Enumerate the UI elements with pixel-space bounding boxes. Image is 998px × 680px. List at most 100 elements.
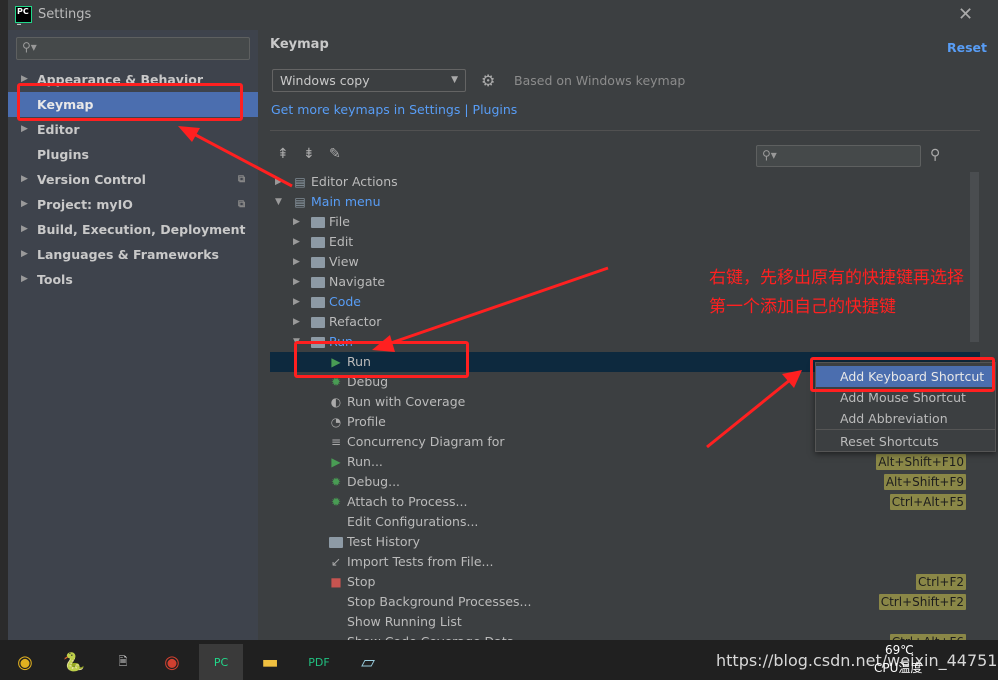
profile-icon: ◔ — [330, 415, 342, 429]
shortcut-badge: Ctrl+Shift+F2 — [878, 594, 966, 610]
tree-row-label: File — [329, 214, 350, 229]
keymap-select-value: Windows copy — [280, 73, 370, 88]
expand-arrow-icon[interactable]: ▶ — [293, 232, 300, 252]
settings-search-input[interactable]: ⚲▾ — [16, 37, 250, 60]
expand-arrow-icon[interactable]: ▶ — [293, 252, 300, 272]
find-shortcut-icon[interactable]: ⚲ — [930, 147, 940, 163]
tree-row[interactable]: Show Code Coverage DataCtrl+Alt+F6 — [270, 632, 980, 640]
python-file-icon[interactable]: 🗎 — [101, 644, 145, 680]
get-more-keymaps-link[interactable]: Get more keymaps in Settings | Plugins — [271, 102, 517, 117]
notepad-icon[interactable]: ▱ — [346, 644, 390, 680]
tree-row-label: Show Running List — [347, 614, 462, 629]
menu-icon: ▤ — [294, 195, 306, 209]
title-bar — [8, 0, 998, 30]
annotation-box-add-shortcut — [810, 357, 995, 392]
folder-icon — [311, 277, 325, 288]
sidebar-item-build-execution-deployment[interactable]: ▶ Build, Execution, Deployment — [8, 217, 258, 242]
window-title: Settings — [38, 7, 92, 22]
tree-row[interactable]: ↙ Import Tests from File... — [270, 552, 980, 572]
expand-arrow-icon[interactable]: ▶ — [293, 212, 300, 232]
annotation-box-run — [294, 341, 469, 378]
tree-row-label: Concurrency Diagram for — [347, 434, 505, 449]
expand-arrow-icon[interactable]: ▶ — [293, 292, 300, 312]
shortcut-badge: Alt+Shift+F9 — [883, 474, 966, 490]
tree-row-label: Main menu — [311, 194, 381, 209]
keymap-select[interactable]: Windows copy ▼ — [272, 69, 466, 92]
tree-row[interactable]: Stop Background Processes... Ctrl+Shift+F… — [270, 592, 980, 612]
menu-item-add-abbreviation[interactable]: Add Abbreviation — [816, 408, 995, 429]
sidebar-item-label: Tools — [37, 272, 73, 287]
tree-row[interactable]: ▶ ▤ Editor Actions — [270, 172, 980, 192]
expand-arrow-icon[interactable]: ▶ — [21, 267, 28, 292]
sidebar-item-tools[interactable]: ▶ Tools — [8, 267, 258, 292]
reset-button[interactable]: Reset — [947, 40, 987, 55]
chrome-incognito-icon[interactable]: ◉ — [150, 644, 194, 680]
edit-pencil-icon[interactable]: ✎ — [329, 146, 341, 162]
file-explorer-icon[interactable]: ▬ — [248, 644, 292, 680]
tree-row[interactable]: Edit Configurations... — [270, 512, 980, 532]
expand-arrow-icon[interactable]: ▶ — [293, 272, 300, 292]
tree-row-label: Stop — [347, 574, 376, 589]
tree-row[interactable]: ▶ Run... Alt+Shift+F10 — [270, 452, 980, 472]
tree-row[interactable]: Show Running List — [270, 612, 980, 632]
watermark: https://blog.csdn.net/weixin_44751294 — [716, 651, 998, 670]
search-icon: ⚲▾ — [22, 40, 37, 54]
expand-all-icon[interactable]: ⇞ — [277, 146, 289, 162]
menu-separator — [816, 429, 995, 430]
sidebar-item-plugins[interactable]: Plugins — [8, 142, 258, 167]
tree-row[interactable]: ▼ ▤ Main menu — [270, 192, 980, 212]
sidebar-item-version-control[interactable]: ▶ Version Control ⧉ — [8, 167, 258, 192]
debug-icon: ✹ — [330, 475, 342, 489]
sidebar-item-project-myio[interactable]: ▶ Project: myIO ⧉ — [8, 192, 258, 217]
shortcut-badge: Alt+Shift+F10 — [876, 454, 966, 470]
gear-icon[interactable]: ⚙ — [481, 71, 495, 90]
tree-row-label: Show Code Coverage Data — [347, 632, 514, 640]
tree-row[interactable]: Test History — [270, 532, 980, 552]
menu-item-reset-shortcuts[interactable]: Reset Shortcuts — [816, 431, 995, 452]
tree-row[interactable]: ▶ File — [270, 212, 980, 232]
tree-row-label: Edit Configurations... — [347, 514, 479, 529]
tree-row[interactable]: ▶ Edit — [270, 232, 980, 252]
collapse-arrow-icon[interactable]: ▼ — [275, 192, 282, 212]
coverage-icon: ◐ — [330, 395, 342, 409]
sidebar-item-label: Version Control — [37, 172, 146, 187]
page-title: Keymap — [270, 37, 329, 52]
tree-row-label: Editor Actions — [311, 174, 398, 189]
folder-icon — [311, 257, 325, 268]
pycharm-icon[interactable]: PC — [199, 644, 243, 680]
tree-row-label: Profile — [347, 414, 386, 429]
folder-icon — [311, 217, 325, 228]
pdf-icon[interactable]: PDF — [297, 644, 341, 680]
action-search-input[interactable]: ⚲▾ — [756, 145, 921, 167]
collapse-all-icon[interactable]: ⇟ — [303, 146, 315, 162]
tree-row-label: Debug... — [347, 474, 401, 489]
expand-arrow-icon[interactable]: ▶ — [21, 242, 28, 267]
expand-arrow-icon[interactable]: ▶ — [21, 217, 28, 242]
expand-arrow-icon[interactable]: ▶ — [21, 192, 28, 217]
tree-row[interactable]: ✹ Attach to Process... Ctrl+Alt+F5 — [270, 492, 980, 512]
close-icon[interactable]: ✕ — [958, 4, 973, 25]
expand-arrow-icon[interactable]: ▶ — [293, 312, 300, 332]
tree-row-label: Test History — [347, 534, 421, 549]
chevron-down-icon: ▼ — [451, 75, 458, 85]
attach-icon: ✹ — [330, 495, 342, 509]
sidebar-item-label: Languages & Frameworks — [37, 247, 219, 262]
expand-arrow-icon[interactable]: ▶ — [275, 172, 282, 192]
folder-icon — [311, 317, 325, 328]
cpu-temperature: 69℃ — [885, 643, 914, 657]
expand-arrow-icon[interactable]: ▶ — [21, 167, 28, 192]
shortcut-badge: Ctrl+Alt+F5 — [889, 494, 966, 510]
based-on-label: Based on Windows keymap — [514, 73, 686, 88]
tree-row[interactable]: ■ Stop Ctrl+F2 — [270, 572, 980, 592]
cpu-temperature-label: CPU温度 — [874, 661, 923, 675]
pycharm-logo-icon: PC _ — [15, 6, 32, 25]
tree-row[interactable]: ✹ Debug... Alt+Shift+F9 — [270, 472, 980, 492]
python-icon[interactable]: 🐍 — [52, 644, 96, 680]
sidebar-item-languages-frameworks[interactable]: ▶ Languages & Frameworks — [8, 242, 258, 267]
search-icon: ⚲▾ — [762, 148, 777, 162]
chrome-icon[interactable]: ◉ — [3, 644, 47, 680]
tree-row-label: Attach to Process... — [347, 494, 468, 509]
tree-row-label: View — [329, 254, 359, 269]
project-scope-icon: ⧉ — [238, 174, 246, 185]
tree-row-label: Run... — [347, 454, 383, 469]
